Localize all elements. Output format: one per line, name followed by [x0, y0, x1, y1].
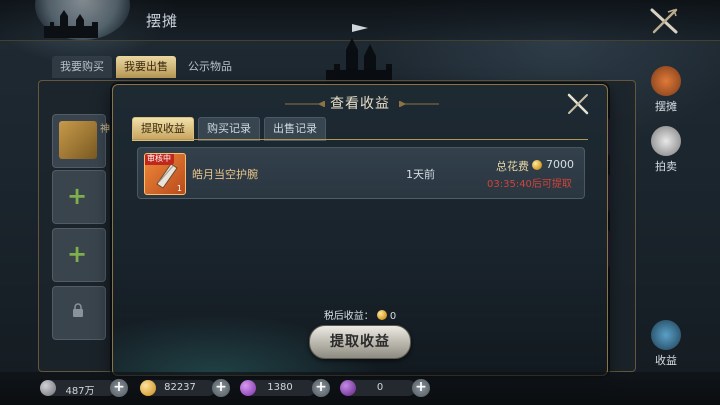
add-gem-button[interactable]: +: [312, 379, 330, 397]
under-review-badge: 审核中: [145, 154, 174, 165]
total-cost-label: 总花费: [496, 160, 529, 173]
add-silver-button[interactable]: +: [110, 379, 128, 397]
side-menu-label: 摆摊: [655, 100, 677, 113]
plus-icon: +: [67, 182, 88, 210]
add-gold-button[interactable]: +: [212, 379, 230, 397]
side-menu-stall[interactable]: 摆摊: [636, 66, 696, 114]
currency-gold: 82237: [140, 380, 216, 396]
plus-icon: +: [67, 240, 88, 268]
modal-close-icon[interactable]: [565, 91, 591, 117]
modal-tabs: 提取收益 购买记录 出售记录: [132, 117, 326, 141]
stall-slot-add[interactable]: +: [52, 170, 106, 224]
currency-gem: 1380: [240, 380, 316, 396]
claim-countdown: 03:35:40后可提取: [487, 179, 572, 190]
item-thumbnail: [59, 121, 97, 159]
close-icon[interactable]: [646, 6, 682, 38]
tab-sale-records[interactable]: 出售记录: [264, 117, 326, 141]
side-menu-auction[interactable]: 拍卖: [636, 126, 696, 174]
title-ornament-right-icon: [399, 101, 439, 107]
tab-purchase-records[interactable]: 购买记录: [198, 117, 260, 141]
earnings-record-row[interactable]: 审核中 1 皓月当空护腕 1天前 总花费 7000 03:35:40后可提取: [137, 147, 585, 199]
bracer-item-icon[interactable]: 审核中 1: [144, 153, 186, 195]
earnings-modal: 查看收益 提取收益 购买记录 出售记录 审核中 1 皓月当空护腕 1天前 总花费…: [112, 84, 608, 376]
currency-value: 1380: [267, 382, 293, 393]
claim-earnings-button[interactable]: 提取收益: [309, 325, 411, 359]
modal-title: 查看收益: [330, 96, 390, 112]
castle-silhouette-icon: [44, 10, 98, 38]
currency-bar: 487万 + 82237 + 1380 + 0 +: [0, 372, 720, 405]
stall-slot-item[interactable]: [52, 114, 106, 168]
record-time: 1天前: [406, 168, 435, 181]
item-count: 1: [176, 184, 182, 193]
tab-public-items[interactable]: 公示物品: [180, 56, 240, 78]
gold-coin-icon: [532, 160, 542, 170]
side-menu-label: 收益: [655, 354, 677, 367]
auction-icon: [651, 126, 681, 156]
currency-value: 82237: [164, 382, 196, 393]
lock-icon: [73, 303, 83, 317]
side-menu-earnings[interactable]: 收益: [636, 320, 696, 368]
currency-value: 0: [376, 382, 384, 393]
gold-coin-icon: [376, 310, 387, 320]
currency-silver: 487万: [40, 380, 116, 397]
stall-icon: [651, 66, 681, 96]
tab-sell[interactable]: 我要出售: [116, 56, 176, 78]
after-tax-label: 税后收益：: [323, 311, 374, 322]
side-menu-label: 拍卖: [655, 160, 677, 173]
total-cost-value: 7000: [546, 158, 574, 171]
tab-claim-earnings[interactable]: 提取收益: [132, 117, 194, 141]
after-tax-value: 0: [389, 311, 397, 322]
currency-value: 487万: [65, 386, 95, 397]
tab-divider: [132, 139, 588, 140]
page-title: 摆摊: [146, 12, 179, 30]
after-tax-earnings: 税后收益： 0: [113, 307, 607, 322]
stall-slot-add[interactable]: +: [52, 228, 106, 282]
item-name: 皓月当空护腕: [192, 168, 258, 181]
outer-tabs: 我要购买 我要出售 公示物品: [52, 56, 240, 78]
earnings-icon: [651, 320, 681, 350]
add-gem-2-button[interactable]: +: [412, 379, 430, 397]
currency-gem-2: 0: [340, 380, 416, 396]
stall-slot-label: 神: [100, 124, 110, 135]
tab-buy[interactable]: 我要购买: [52, 56, 112, 78]
stall-slot-locked[interactable]: [52, 286, 106, 340]
